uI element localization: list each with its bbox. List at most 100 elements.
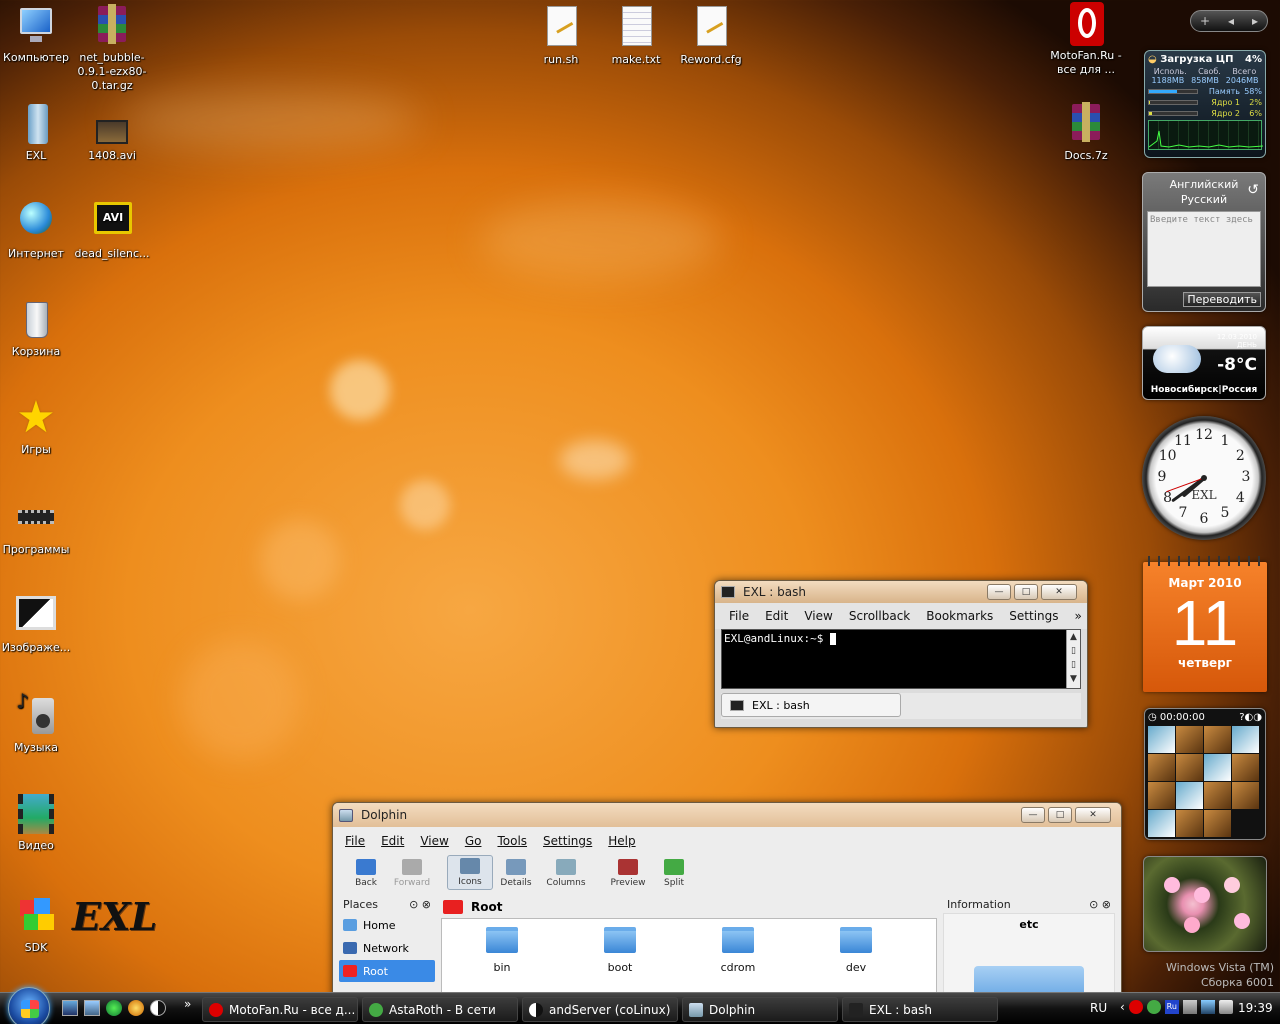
desktop-icon-1408[interactable]: 1408.avi (74, 118, 150, 163)
desktop-icon-games[interactable]: ★ Игры (0, 396, 74, 457)
minimize-button[interactable]: — (987, 584, 1011, 600)
puzzle-tile[interactable] (1232, 810, 1259, 837)
clock-gadget[interactable]: 12 1 2 3 4 5 6 7 8 9 10 11 EXL (1142, 416, 1266, 540)
desktop-icon-computer[interactable]: Компьютер (0, 4, 74, 65)
desktop-icon-programs[interactable]: Программы (0, 496, 74, 557)
terminal-menu-edit[interactable]: Edit (757, 607, 796, 625)
toolbar-icons-button[interactable]: Icons (447, 855, 493, 890)
puzzle-tile[interactable] (1148, 810, 1175, 837)
start-button[interactable] (8, 987, 50, 1024)
switch-windows-icon[interactable] (84, 1000, 100, 1016)
panel-controls-icon[interactable]: ⊙ ⊗ (409, 898, 431, 911)
language-indicator[interactable]: RU (1090, 1001, 1107, 1015)
picture-puzzle-gadget[interactable]: ◷ 00:00:00 ?◐◑ (1144, 708, 1266, 840)
taskbar-button-dolphin[interactable]: Dolphin (682, 997, 838, 1022)
translate-button[interactable]: Переводить (1183, 292, 1261, 307)
puzzle-tile[interactable] (1148, 726, 1175, 753)
toolbar-split-button[interactable]: Split (651, 857, 697, 890)
volume-tray-icon[interactable] (1218, 1000, 1233, 1014)
close-button[interactable]: ✕ (1041, 584, 1077, 600)
desktop-icon-sdk[interactable]: SDK (0, 894, 74, 955)
toolbar-columns-button[interactable]: Columns (539, 857, 593, 890)
puzzle-tile[interactable] (1232, 782, 1259, 809)
maximize-button[interactable]: □ (1014, 584, 1038, 600)
desktop-icon-music[interactable]: ♪ Музыка (0, 691, 74, 755)
taskbar-button-opera[interactable]: MotoFan.Ru - все д... (202, 997, 358, 1022)
folder-item[interactable]: cdrom (700, 927, 776, 974)
puzzle-tile[interactable] (1148, 782, 1175, 809)
dolphin-menu-settings[interactable]: Settings (535, 832, 600, 850)
agent-tray-icon[interactable] (1146, 1000, 1161, 1014)
puzzle-tile[interactable] (1204, 754, 1231, 781)
speaker-tray-icon[interactable] (1182, 1000, 1197, 1014)
panel-controls-icon[interactable]: ⊙ ⊗ (1089, 898, 1111, 911)
desktop-icon-docs-7z[interactable]: Docs.7z (1048, 102, 1124, 163)
desktop-icon-exl[interactable]: EXL (0, 102, 74, 163)
terminal-menu-view[interactable]: View (796, 607, 840, 625)
taskbar-button-terminal[interactable]: EXL : bash (842, 997, 998, 1022)
desktop-icon-internet[interactable]: Интернет (0, 200, 74, 261)
prev-gadget-button[interactable]: ◂ (1228, 14, 1234, 28)
places-item-root[interactable]: Root (339, 960, 435, 982)
calendar-gadget[interactable]: Март 2010 11 четверг (1143, 556, 1267, 692)
minimize-button[interactable]: — (1021, 807, 1045, 823)
information-panel[interactable]: Information ⊙ ⊗ etc (943, 896, 1115, 997)
puzzle-tile[interactable] (1204, 726, 1231, 753)
places-panel[interactable]: Places ⊙ ⊗ Home Network Root (339, 896, 435, 997)
dolphin-menu-view[interactable]: View (412, 832, 456, 850)
desktop-icon-images[interactable]: Изображе... (0, 594, 74, 655)
places-item-network[interactable]: Network (339, 937, 435, 959)
add-gadget-button[interactable]: + (1200, 14, 1210, 28)
dolphin-menu-tools[interactable]: Tools (489, 832, 535, 850)
yin-yang-icon[interactable] (150, 1000, 166, 1016)
browser-icon[interactable] (128, 1000, 144, 1016)
dolphin-menu-help[interactable]: Help (600, 832, 643, 850)
slideshow-gadget[interactable] (1143, 856, 1267, 952)
terminal-menu-bookmarks[interactable]: Bookmarks (918, 607, 1001, 625)
translator-gadget[interactable]: Английский Русский ↺ Введите текст здесь… (1142, 172, 1266, 312)
folder-item[interactable]: dev (818, 927, 894, 974)
desktop-icon-recycle-bin[interactable]: Корзина (0, 298, 74, 359)
desktop-icon-video[interactable]: Видео (0, 792, 74, 853)
places-item-home[interactable]: Home (339, 914, 435, 936)
puzzle-tile[interactable] (1232, 726, 1259, 753)
desktop-icon-run-sh[interactable]: run.sh (523, 6, 599, 67)
maximize-button[interactable]: □ (1048, 807, 1072, 823)
puzzle-tile[interactable] (1176, 782, 1203, 809)
puzzle-tile[interactable] (1148, 754, 1175, 781)
quick-launch-more[interactable]: » (184, 997, 191, 1011)
dolphin-menu-file[interactable]: File (337, 832, 373, 850)
puzzle-tile[interactable] (1204, 810, 1231, 837)
toolbar-back-button[interactable]: Back (343, 857, 389, 890)
toolbar-details-button[interactable]: Details (493, 857, 539, 890)
taskbar-button-agent[interactable]: AstaRoth - В сети (362, 997, 518, 1022)
taskbar-clock[interactable]: 19:39 (1238, 1001, 1273, 1015)
opera-tray-icon[interactable] (1128, 1000, 1143, 1014)
taskbar-button-yin-yang[interactable]: andServer (coLinux) (522, 997, 678, 1022)
folder-item[interactable]: boot (582, 927, 658, 974)
file-view[interactable]: bin boot cdrom dev (441, 918, 937, 997)
next-gadget-button[interactable]: ▸ (1252, 14, 1258, 28)
toolbar-forward-button[interactable]: Forward (389, 857, 435, 890)
puzzle-tile[interactable] (1176, 754, 1203, 781)
show-desktop-icon[interactable] (62, 1000, 78, 1016)
desktop-icon-make-txt[interactable]: make.txt (598, 6, 674, 67)
desktop-icon-reword-cfg[interactable]: Reword.cfg (673, 6, 749, 67)
weather-gadget[interactable]: 12.03.2010 ДЕНЬ -8°C Новосибирск|Россия (1142, 326, 1266, 400)
dolphin-menu-go[interactable]: Go (457, 832, 490, 850)
media-player-icon[interactable] (106, 1000, 122, 1016)
terminal-window[interactable]: EXL : bash — □ ✕ File Edit View Scrollback B… (714, 580, 1088, 728)
folder-item[interactable]: bin (464, 927, 540, 974)
terminal-cursor[interactable] (829, 633, 836, 645)
puzzle-tile[interactable] (1176, 810, 1203, 837)
terminal-menu-more[interactable]: » (1067, 607, 1087, 625)
puzzle-tile[interactable] (1204, 782, 1231, 809)
swap-languages-icon[interactable]: ↺ (1247, 183, 1259, 198)
desktop-icon-motofan[interactable]: MotoFan.Ru - все для ... (1048, 2, 1124, 77)
close-button[interactable]: ✕ (1075, 807, 1111, 823)
network-tray-icon[interactable] (1200, 1000, 1215, 1014)
puzzle-controls-icon[interactable]: ?◐◑ (1239, 712, 1262, 723)
desktop-icon-net-bubble[interactable]: net_bubble-0.9.1-ezx80-0.tar.gz (74, 4, 150, 93)
location-bar[interactable]: Root (441, 896, 937, 918)
dolphin-menu-edit[interactable]: Edit (373, 832, 412, 850)
